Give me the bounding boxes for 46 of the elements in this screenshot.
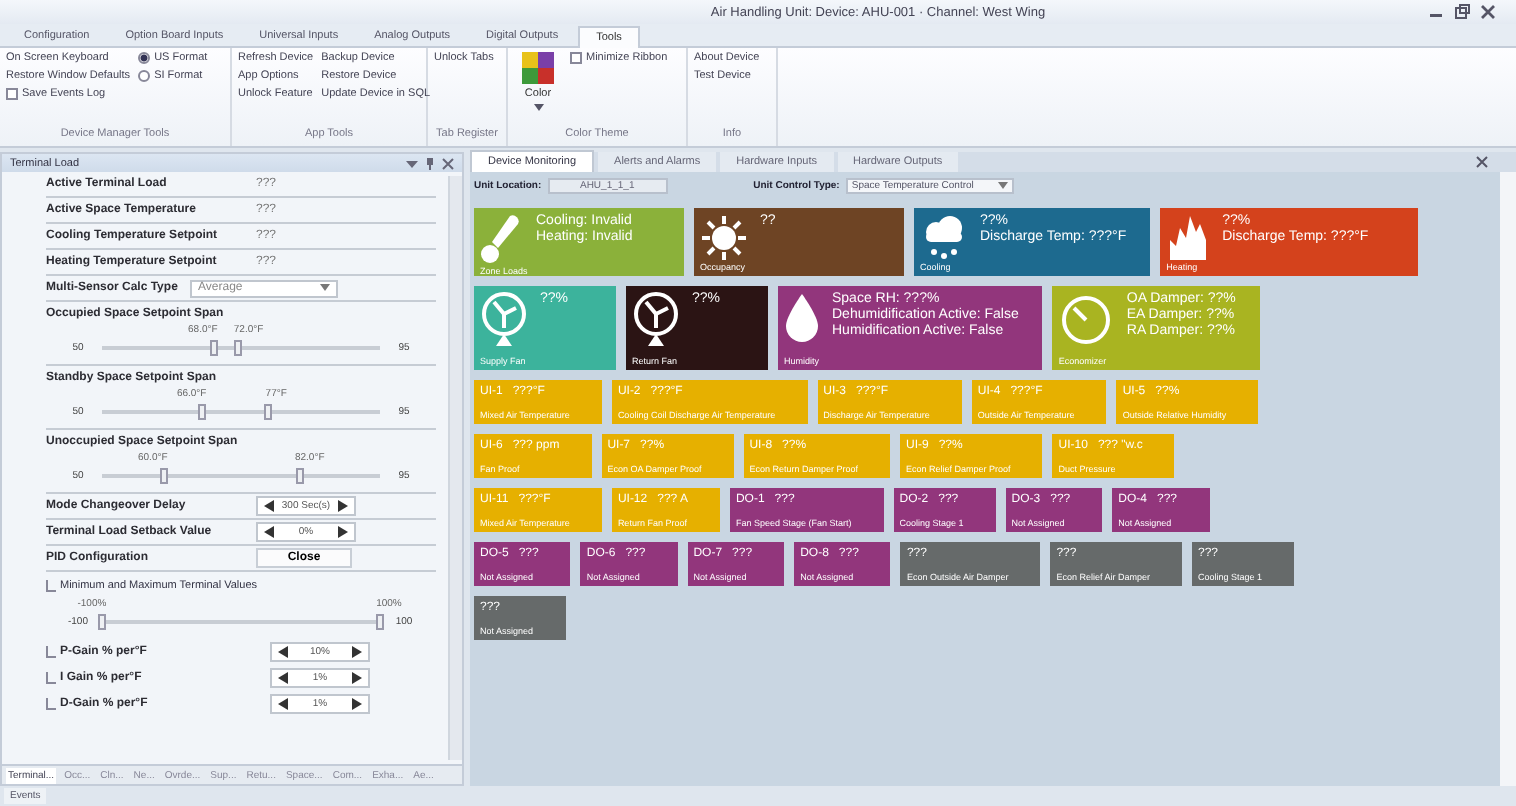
slider-thumb[interactable] xyxy=(376,614,384,630)
fan-icon xyxy=(480,292,528,348)
tree-connector-icon xyxy=(46,579,56,591)
gauge-icon xyxy=(1058,292,1115,344)
tree-connector-icon xyxy=(46,645,56,657)
slider-thumb[interactable] xyxy=(264,404,273,420)
dropdown-icon[interactable] xyxy=(406,157,418,169)
slider-thumb[interactable] xyxy=(198,404,207,420)
close-icon[interactable] xyxy=(1476,156,1488,168)
thermometer-icon xyxy=(480,214,524,266)
caret-icon xyxy=(533,104,543,112)
checkbox[interactable] xyxy=(6,88,18,100)
slider-thumb[interactable] xyxy=(209,340,218,356)
cloud-icon xyxy=(920,214,968,262)
radio-button[interactable] xyxy=(138,52,151,64)
left-arrow-icon[interactable] xyxy=(278,645,288,657)
slider-thumb[interactable] xyxy=(159,468,168,484)
palette-icon xyxy=(522,52,554,84)
caret-icon xyxy=(997,181,1008,189)
slider-thumb[interactable] xyxy=(234,340,243,356)
close-icon[interactable] xyxy=(1480,4,1496,20)
right-arrow-icon[interactable] xyxy=(337,526,348,538)
checkbox[interactable] xyxy=(570,52,582,64)
right-arrow-icon[interactable] xyxy=(351,671,362,683)
right-arrow-icon[interactable] xyxy=(351,697,362,709)
restore-icon[interactable] xyxy=(1454,4,1470,20)
left-arrow-icon[interactable] xyxy=(278,697,288,709)
right-arrow-icon[interactable] xyxy=(351,645,362,657)
drop-icon xyxy=(784,292,820,344)
scrollbar[interactable] xyxy=(448,176,462,760)
left-arrow-icon[interactable] xyxy=(278,671,288,683)
left-arrow-icon[interactable] xyxy=(264,500,274,512)
close-icon[interactable] xyxy=(442,157,454,169)
tree-connector-icon xyxy=(46,697,56,709)
fan-icon xyxy=(632,292,680,348)
pin-icon[interactable] xyxy=(424,157,436,169)
left-arrow-icon[interactable] xyxy=(264,526,274,538)
radio-button[interactable] xyxy=(138,70,151,82)
caret-icon xyxy=(320,284,330,292)
right-arrow-icon[interactable] xyxy=(338,500,348,512)
slider-thumb[interactable] xyxy=(98,614,106,630)
scrollbar[interactable] xyxy=(1500,172,1516,786)
flame-icon xyxy=(1166,214,1211,262)
slider-thumb[interactable] xyxy=(295,468,304,484)
tree-connector-icon xyxy=(46,671,56,683)
sun-icon xyxy=(700,214,748,262)
